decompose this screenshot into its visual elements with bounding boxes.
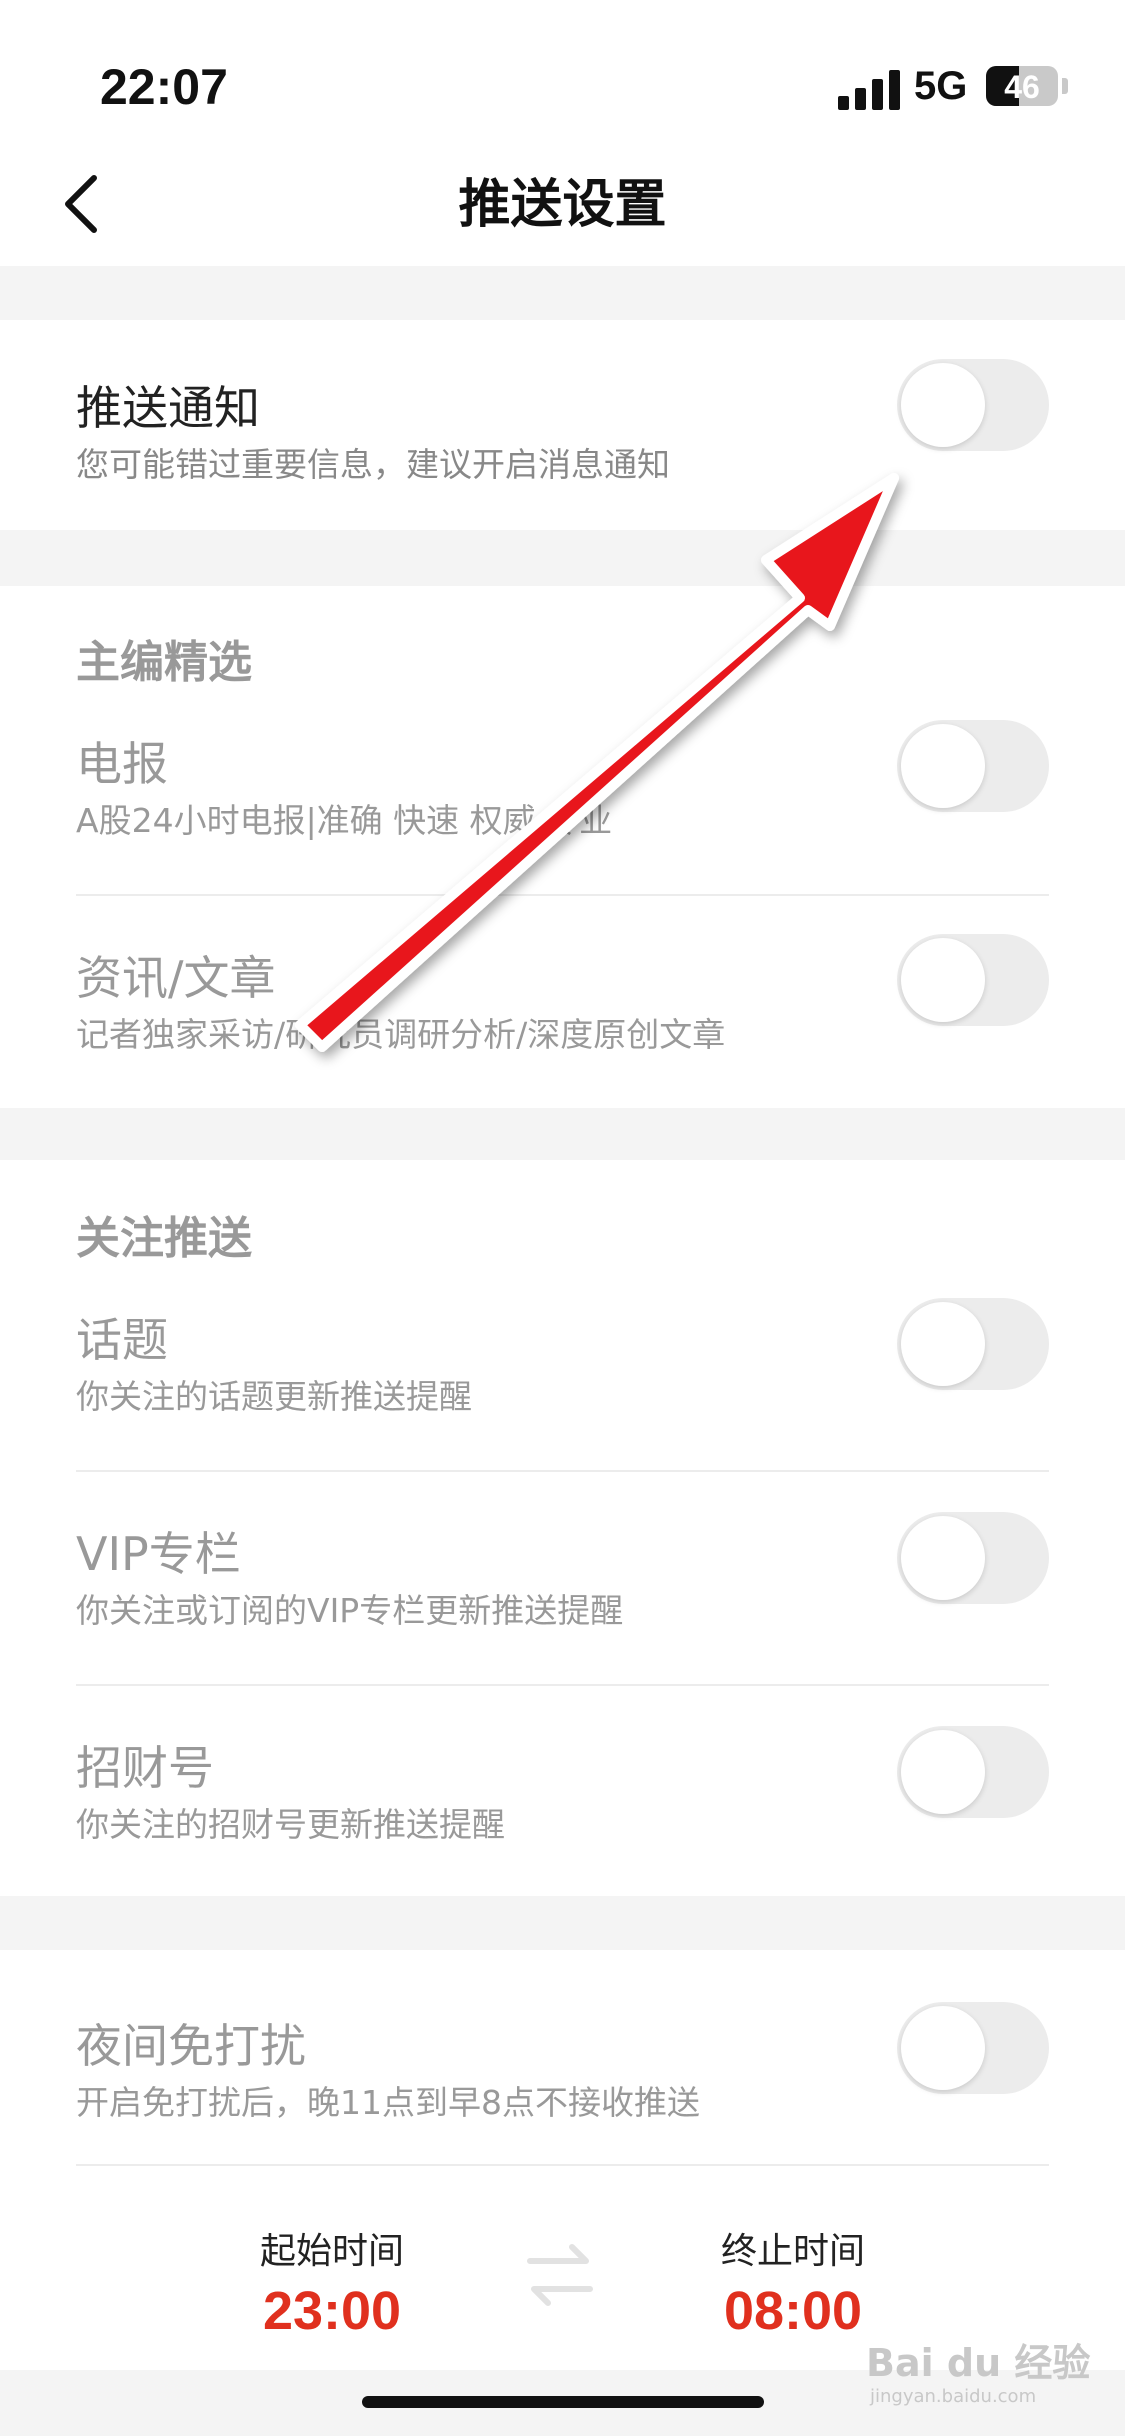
do-not-disturb-title: 夜间免打扰 [76,2019,306,2073]
push-notification-subtitle: 您可能错过重要信息，建议开启消息通知 [76,445,670,484]
topic-title: 话题 [76,1313,168,1367]
topic-subtitle: 你关注的话题更新推送提醒 [76,1377,472,1416]
editor-picks-section: 主编精选 电报 A股24小时电报|准确 快速 权威 专业 资讯/文章 记者独家采… [0,586,1125,1108]
home-indicator[interactable] [362,2396,764,2408]
vip-column-subtitle: 你关注或订阅的VIP专栏更新推送提醒 [76,1591,624,1630]
push-notification-title: 推送通知 [76,381,260,435]
watermark-brand: Bai du 经验 [866,2341,1091,2385]
push-notification-section: 推送通知 您可能错过重要信息，建议开启消息通知 [0,320,1125,530]
telegraph-toggle[interactable] [897,720,1049,812]
zhaocai-title: 招财号 [76,1741,214,1795]
status-bar: 22:07 5G 46 [0,0,1125,150]
push-notification-toggle[interactable] [897,359,1049,451]
telegraph-title: 电报 [76,737,168,791]
follow-push-header: 关注推送 [76,1213,252,1264]
end-time-picker[interactable]: 终止时间 08:00 [693,2222,893,2342]
toggle-knob [901,938,985,1022]
telegraph-row: 电报 A股24小时电报|准确 快速 权威 专业 [76,720,1049,878]
do-not-disturb-toggle[interactable] [897,2002,1049,2094]
start-time-value: 23:00 [262,2281,402,2341]
divider [76,1470,1049,1472]
divider [76,2164,1049,2166]
status-time: 22:07 [100,59,228,115]
vip-column-title: VIP专栏 [76,1527,241,1581]
divider [76,894,1049,896]
watermark-url: jingyan.baidu.com [870,2386,1037,2407]
page-title: 推送设置 [458,175,667,235]
battery-icon: 46 [986,66,1058,106]
news-articles-title: 资讯/文章 [76,951,276,1005]
do-not-disturb-row: 夜间免打扰 开启免打扰后，晚11点到早8点不接收推送 [76,2002,1049,2160]
topic-toggle[interactable] [897,1298,1049,1390]
news-articles-toggle[interactable] [897,934,1049,1026]
signal-bars-icon [838,68,902,110]
toggle-knob [901,1730,985,1814]
do-not-disturb-subtitle: 开启免打扰后，晚11点到早8点不接收推送 [76,2083,700,2122]
vip-column-row: VIP专栏 你关注或订阅的VIP专栏更新推送提醒 [76,1512,1049,1668]
toggle-knob [901,1302,985,1386]
toggle-knob [901,724,985,808]
vip-column-toggle[interactable] [897,1512,1049,1604]
swap-arrows-icon-graphic [527,2244,593,2306]
start-time-picker[interactable]: 起始时间 23:00 [232,2222,432,2342]
zhaocai-subtitle: 你关注的招财号更新推送提醒 [76,1805,505,1844]
push-notification-row: 推送通知 您可能错过重要信息，建议开启消息通知 [76,320,1049,530]
zhaocai-row: 招财号 你关注的招财号更新推送提醒 [76,1726,1049,1882]
toggle-knob [901,363,985,447]
swap-arrows-icon[interactable] [520,2235,600,2315]
network-type: 5G [914,64,968,108]
toggle-knob [901,1516,985,1600]
news-articles-row: 资讯/文章 记者独家采访/研究员调研分析/深度原创文章 [76,934,1049,1092]
battery-tip [1062,78,1068,94]
follow-push-section: 关注推送 话题 你关注的话题更新推送提醒 VIP专栏 你关注或订阅的VIP专栏更… [0,1160,1125,1896]
news-articles-subtitle: 记者独家采访/研究员调研分析/深度原创文章 [76,1015,726,1054]
editor-picks-header: 主编精选 [76,637,252,688]
battery-level: 46 [1004,69,1040,105]
topic-row: 话题 你关注的话题更新推送提醒 [76,1298,1049,1454]
end-time-label: 终止时间 [720,2231,865,2272]
telegraph-subtitle: A股24小时电报|准确 快速 权威 专业 [76,801,613,840]
navigation-bar: 推送设置 [0,150,1125,266]
divider [76,1684,1049,1686]
toggle-knob [901,2006,985,2090]
zhaocai-toggle[interactable] [897,1726,1049,1818]
end-time-value: 08:00 [723,2281,863,2341]
start-time-label: 起始时间 [259,2231,404,2272]
